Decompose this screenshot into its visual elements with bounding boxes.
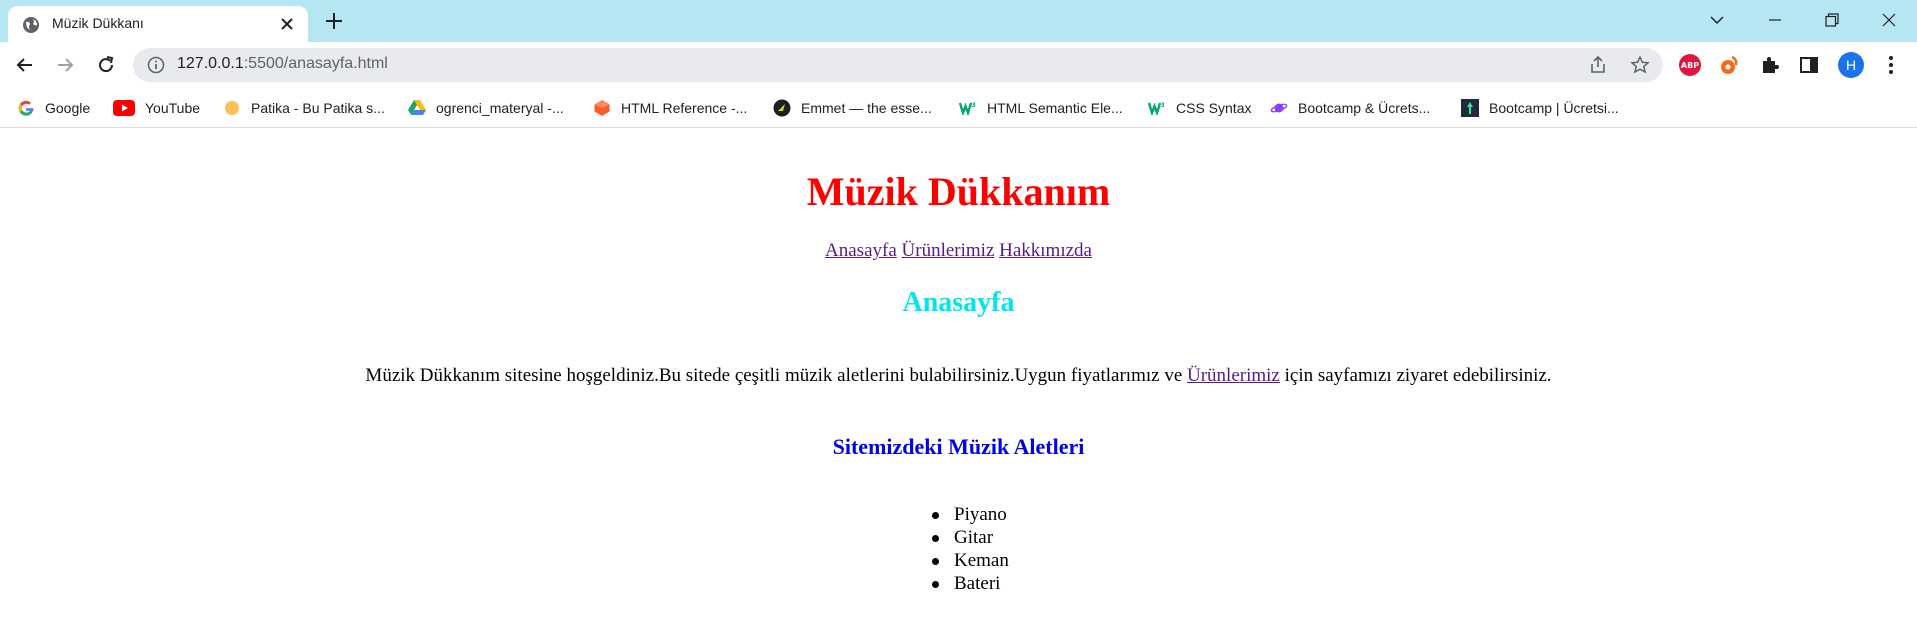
bookmark-label: Bootcamp & Ücrets... xyxy=(1298,100,1431,116)
tab-search-chevron-icon[interactable] xyxy=(1690,0,1744,40)
bookmark-bootcamp-ucretsiz[interactable]: Bootcamp & Ücrets... xyxy=(1270,97,1430,119)
close-icon[interactable] xyxy=(278,15,296,33)
section-title: Anasayfa xyxy=(902,287,1015,318)
planet-icon xyxy=(1270,99,1288,117)
bookmark-label: Emmet — the esse... xyxy=(801,100,932,116)
bookmark-label: HTML Semantic Ele... xyxy=(987,100,1123,116)
page-content: Müzik Dükkanım Anasayfa Ürünlerimiz Hakk… xyxy=(0,129,1917,637)
bookmark-html-semantic[interactable]: 3 HTML Semantic Ele... xyxy=(959,97,1123,119)
svg-text:3: 3 xyxy=(972,102,976,109)
share-icon[interactable] xyxy=(1588,55,1608,75)
instrument-list: Piyano Gitar Keman Bateri xyxy=(930,503,1009,595)
new-tab-plus-icon[interactable] xyxy=(323,10,345,32)
address-bar[interactable]: 127.0.0.1:5500/anasayfa.html xyxy=(133,48,1663,82)
page-title: Müzik Dükkanım xyxy=(806,169,1111,214)
welcome-paragraph: Müzik Dükkanım sitesine hoşgeldiniz.Bu s… xyxy=(0,365,1917,387)
forward-arrow-icon[interactable] xyxy=(51,51,79,79)
url-host: 127.0.0.1 xyxy=(177,55,244,72)
list-item: Gitar xyxy=(930,526,1009,549)
tab-title: Müzik Dükkanı xyxy=(52,15,144,31)
nav-link-urunlerimiz[interactable]: Ürünlerimiz xyxy=(902,240,995,261)
extensions-puzzle-icon[interactable] xyxy=(1758,53,1782,77)
globe-icon xyxy=(22,16,40,34)
w3schools-icon: 3 xyxy=(959,99,977,117)
tab-strip: Müzik Dükkanı xyxy=(0,0,1917,42)
bookmark-label: HTML Reference -... xyxy=(621,100,748,116)
site-nav: Anasayfa Ürünlerimiz Hakkımızda xyxy=(0,240,1917,262)
emmet-icon xyxy=(773,99,791,117)
profile-avatar[interactable]: H xyxy=(1837,51,1865,79)
bookmark-star-icon[interactable] xyxy=(1630,55,1650,75)
list-item: Bateri xyxy=(930,572,1009,595)
svg-text:3: 3 xyxy=(1161,102,1165,109)
list-item: Keman xyxy=(930,549,1009,572)
patika-icon xyxy=(223,99,241,117)
w3schools-icon: 3 xyxy=(1148,99,1166,117)
paragraph-text-start: Müzik Dükkanım sitesine hoşgeldiniz.Bu s… xyxy=(365,365,1187,386)
bookmark-label: ogrenci_materyal -... xyxy=(436,100,564,116)
back-arrow-icon[interactable] xyxy=(11,51,39,79)
paragraph-text-end: için sayfamızı ziyaret edebilirsiniz. xyxy=(1279,365,1552,386)
window-close-icon[interactable] xyxy=(1862,0,1916,40)
nav-link-anasayfa[interactable]: Anasayfa xyxy=(825,240,897,261)
more-menu-icon[interactable] xyxy=(1879,53,1903,77)
html-reference-icon xyxy=(593,99,611,117)
url-path: :5500/anasayfa.html xyxy=(243,55,388,72)
inline-link-urunlerimiz[interactable]: Ürünlerimiz xyxy=(1187,365,1280,386)
instruments-heading: Sitemizdeki Müzik Aletleri xyxy=(832,434,1085,459)
bookmark-label: CSS Syntax xyxy=(1176,100,1252,116)
bookmark-youtube[interactable]: YouTube xyxy=(113,97,200,119)
bookmark-label: YouTube xyxy=(145,100,201,116)
bootcamp-icon xyxy=(1461,99,1479,117)
bookmark-label: Patika - Bu Patika s... xyxy=(251,100,385,116)
browser-tab[interactable]: Müzik Dükkanı xyxy=(8,6,308,42)
bookmark-html-reference[interactable]: HTML Reference -... xyxy=(593,97,747,119)
nav-link-hakkimizda[interactable]: Hakkımızda xyxy=(999,240,1092,261)
restore-icon[interactable] xyxy=(1805,0,1859,40)
bookmark-google[interactable]: Google xyxy=(17,97,90,119)
browser-toolbar: 127.0.0.1:5500/anasayfa.html ABP H xyxy=(0,42,1917,88)
side-panel-icon[interactable] xyxy=(1797,53,1821,77)
bookmark-label: Google xyxy=(45,100,91,116)
extension-orange-icon[interactable] xyxy=(1717,53,1741,77)
bookmark-emmet[interactable]: Emmet — the esse... xyxy=(773,97,932,119)
bookmark-ogrenci-materyal[interactable]: ogrenci_materyal -... xyxy=(408,97,564,119)
abp-label: ABP xyxy=(1679,54,1701,76)
bookmark-label: Bootcamp | Ücretsi... xyxy=(1489,100,1619,116)
list-item: Piyano xyxy=(930,503,1009,526)
bookmarks-bar: Google YouTube Patika - Bu Patika s... o… xyxy=(0,88,1917,128)
adblock-plus-icon[interactable]: ABP xyxy=(1678,53,1702,77)
url-text[interactable]: 127.0.0.1:5500/anasayfa.html xyxy=(177,55,388,73)
profile-initial: H xyxy=(1838,52,1864,78)
bookmark-bootcamp[interactable]: Bootcamp | Ücretsi... xyxy=(1461,97,1619,119)
minimize-icon[interactable] xyxy=(1748,0,1802,40)
google-icon xyxy=(17,99,35,117)
youtube-icon xyxy=(113,99,135,117)
reload-icon[interactable] xyxy=(92,51,120,79)
bookmark-patika[interactable]: Patika - Bu Patika s... xyxy=(223,97,385,119)
bookmark-css-syntax[interactable]: 3 CSS Syntax xyxy=(1148,97,1251,119)
google-drive-icon xyxy=(408,99,426,117)
site-info-icon[interactable] xyxy=(147,56,165,74)
